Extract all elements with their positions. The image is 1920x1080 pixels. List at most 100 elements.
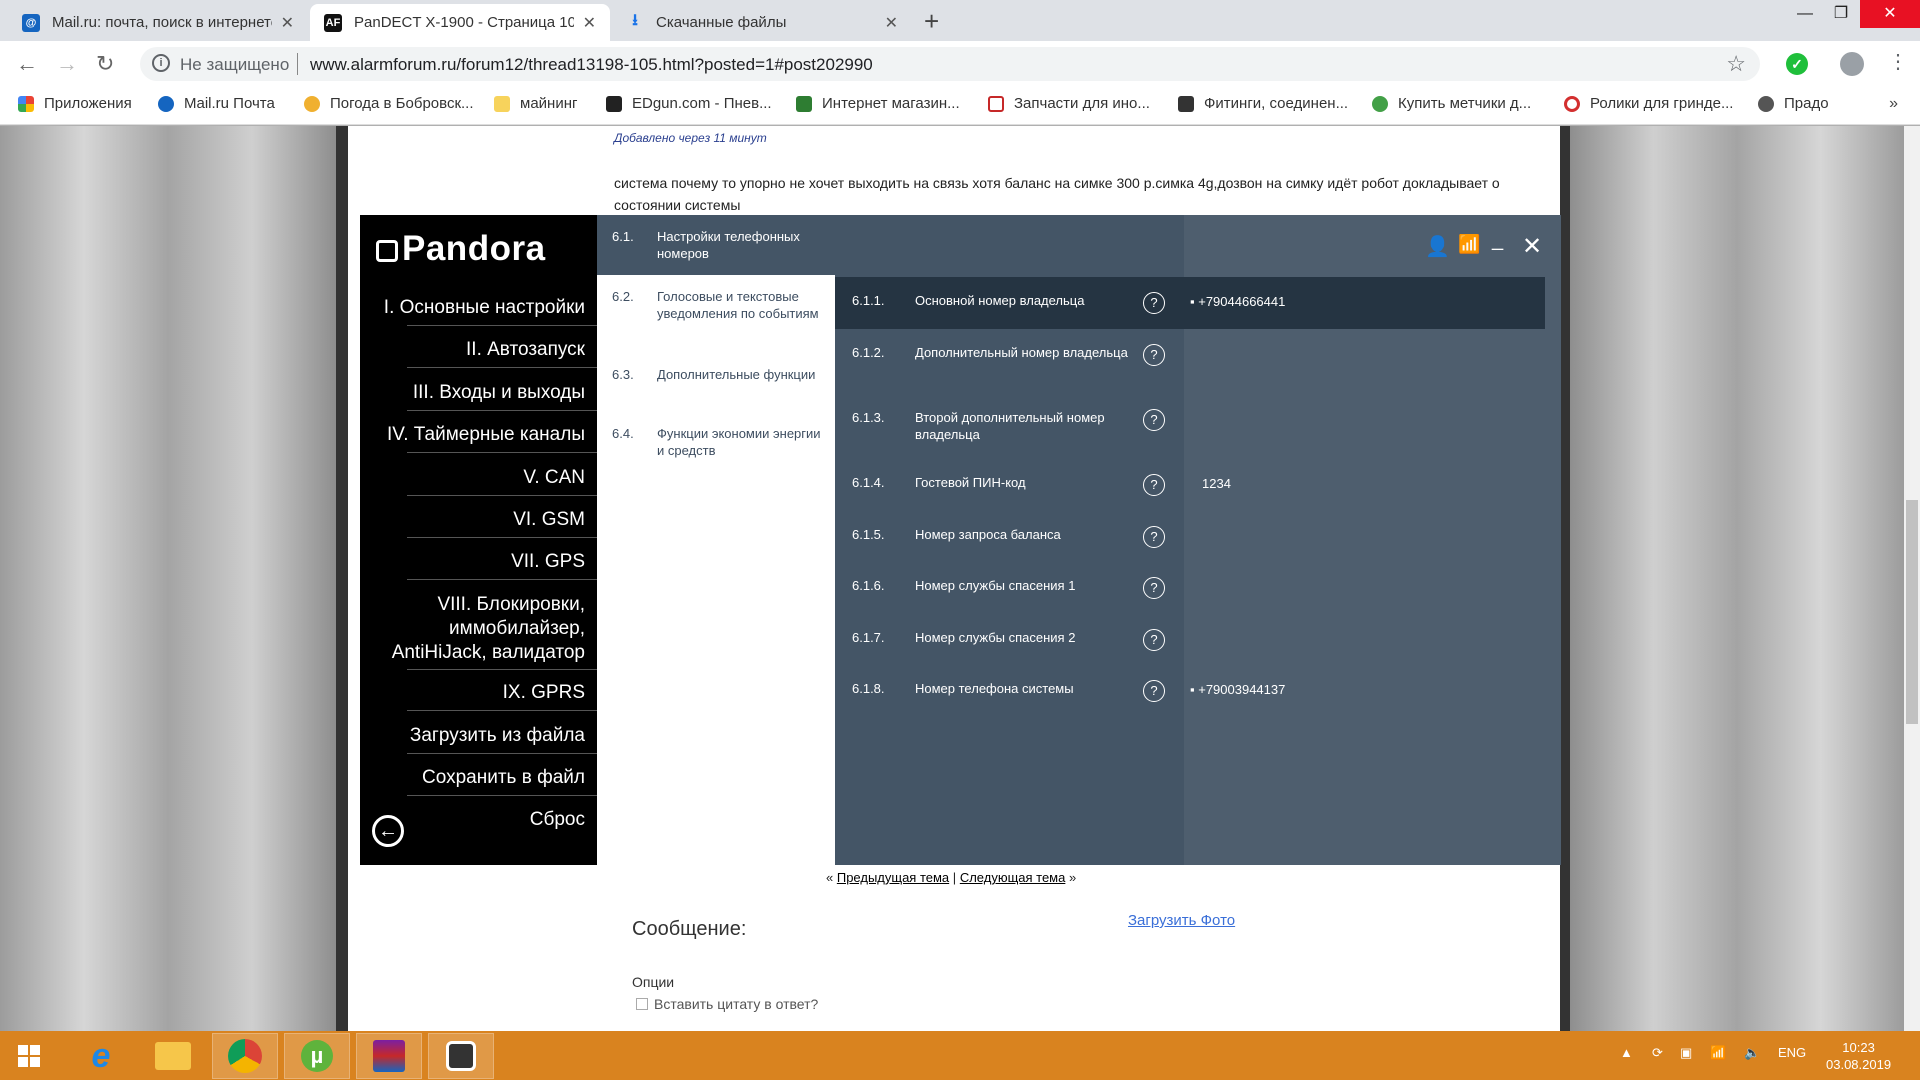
close-window-button[interactable]: ✕ — [1860, 0, 1920, 28]
page-background-right — [1570, 126, 1904, 1031]
bookmark-shop[interactable]: Интернет магазин... — [796, 95, 960, 112]
menu-reset[interactable]: Сброс — [530, 808, 585, 832]
value-system-phone[interactable]: ▪ +79003944137 — [1190, 682, 1285, 697]
url-text[interactable]: www.alarmforum.ru/forum12/thread13198-10… — [310, 55, 873, 75]
bookmark-grinder[interactable]: Ролики для гринде... — [1564, 95, 1733, 112]
extension-check-icon[interactable]: ✓ — [1786, 53, 1808, 75]
submenu-number: 6.3. — [612, 367, 634, 382]
bookmarks-bar: Приложения Mail.ru Почта Погода в Бобров… — [0, 87, 1920, 125]
back-icon[interactable]: ← — [16, 51, 38, 77]
nvidia-icon[interactable]: ▣ — [1680, 1045, 1692, 1061]
menu-inputs-outputs[interactable]: III. Входы и выходы — [413, 381, 585, 405]
system-clock[interactable]: 10:23 03.08.2019 — [1826, 1039, 1891, 1073]
tray-expand-icon[interactable]: ▲ — [1620, 1045, 1633, 1060]
winrar-app[interactable] — [356, 1033, 422, 1079]
row-number: 6.1.4. — [852, 475, 885, 490]
row-label: Гостевой ПИН-код — [915, 475, 1026, 490]
info-icon[interactable]: i — [152, 54, 170, 72]
user-icon[interactable]: 👤 — [1425, 234, 1450, 259]
menu-gps[interactable]: VII. GPS — [511, 550, 585, 574]
menu-gsm[interactable]: VI. GSM — [513, 508, 585, 532]
quote-label: Вставить цитату в ответ? — [654, 996, 819, 1012]
utorrent-app[interactable]: µ — [284, 1033, 350, 1079]
folder-icon — [155, 1042, 191, 1070]
tab-downloads[interactable]: ⭳ Скачанные файлы ✕ — [612, 4, 912, 41]
sync-icon[interactable]: ⟳ — [1652, 1045, 1663, 1061]
help-icon[interactable]: ? — [1143, 629, 1165, 651]
back-arrow-icon[interactable]: ← — [372, 815, 404, 847]
menu-basic-settings[interactable]: I. Основные настройки — [384, 296, 585, 320]
bookmark-label: Фитинги, соединен... — [1204, 95, 1349, 112]
clock-date: 03.08.2019 — [1826, 1057, 1892, 1072]
close-tab-icon[interactable]: ✕ — [885, 13, 898, 33]
help-icon[interactable]: ? — [1143, 292, 1165, 314]
help-icon[interactable]: ? — [1143, 577, 1165, 599]
quote-option[interactable]: Вставить цитату в ответ? — [636, 996, 818, 1012]
reload-icon[interactable]: ↻ — [96, 51, 114, 77]
row-label: Второй дополнительный номер владельца — [915, 410, 1105, 442]
bookmark-mining[interactable]: майнинг — [494, 95, 577, 112]
internet-explorer-app[interactable]: e — [68, 1033, 134, 1079]
profile-avatar[interactable] — [1840, 52, 1864, 76]
bookmark-edgun[interactable]: EDgun.com - Пнев... — [606, 95, 772, 112]
menu-load-file[interactable]: Загрузить из файла — [410, 724, 585, 748]
menu-dots-icon[interactable]: ⋮ — [1888, 49, 1908, 74]
minimize-icon[interactable]: _ — [1492, 229, 1503, 252]
prev-topic-link[interactable]: Предыдущая тема — [837, 870, 949, 885]
start-button[interactable] — [18, 1045, 40, 1072]
forward-icon[interactable]: → — [56, 51, 78, 77]
new-tab-button[interactable]: + — [924, 6, 939, 37]
target-icon — [1564, 95, 1580, 112]
row-label: Основной номер владельца — [915, 293, 1085, 308]
more-bookmarks-button[interactable]: » — [1889, 95, 1898, 113]
pandora-app[interactable] — [428, 1033, 494, 1079]
prado-icon — [1758, 95, 1774, 112]
close-icon[interactable]: ✕ — [1522, 232, 1542, 261]
bookmark-star-icon[interactable]: ☆ — [1726, 51, 1746, 77]
logo-text: Pandora — [402, 229, 546, 268]
close-tab-icon[interactable]: ✕ — [281, 13, 294, 33]
maximize-button[interactable]: ❐ — [1818, 0, 1864, 28]
bookmark-prado[interactable]: Прадо — [1758, 95, 1829, 112]
menu-timer-channels[interactable]: IV. Таймерные каналы — [387, 423, 585, 447]
bookmark-apps[interactable]: Приложения — [18, 95, 132, 112]
value-guest-pin[interactable]: 1234 — [1202, 476, 1231, 491]
close-tab-icon[interactable]: ✕ — [583, 13, 596, 33]
upload-photo-link[interactable]: Загрузить Фото — [1128, 912, 1235, 929]
chrome-app[interactable] — [212, 1033, 278, 1079]
menu-autostart[interactable]: II. Автозапуск — [466, 338, 585, 362]
utorrent-icon: µ — [301, 1040, 333, 1072]
menu-save-file[interactable]: Сохранить в файл — [422, 766, 585, 790]
download-icon: ⭳ — [632, 12, 638, 29]
help-icon[interactable]: ? — [1143, 526, 1165, 548]
file-explorer-app[interactable] — [140, 1033, 206, 1079]
help-icon[interactable]: ? — [1143, 409, 1165, 431]
pandora-window: Pandora I. Основные настройки II. Автоза… — [360, 215, 1561, 865]
help-icon[interactable]: ? — [1143, 680, 1165, 702]
bookmark-parts[interactable]: Запчасти для ино... — [988, 95, 1150, 112]
divider — [407, 495, 597, 496]
menu-blocking[interactable]: VIII. Блокировки, иммобилайзер, AntiHiJa… — [385, 593, 585, 665]
signal-icon[interactable]: 📶 — [1458, 234, 1480, 255]
language-indicator[interactable]: ENG — [1778, 1045, 1806, 1060]
quote-checkbox[interactable] — [636, 998, 648, 1010]
bookmark-weather[interactable]: Погода в Бобровск... — [304, 95, 474, 112]
tab-mailru[interactable]: @ Mail.ru: почта, поиск в интернете ✕ — [8, 4, 308, 41]
menu-gprs[interactable]: IX. GPRS — [503, 681, 585, 705]
menu-can[interactable]: V. CAN — [523, 466, 585, 490]
divider — [407, 753, 597, 754]
tab-pandect[interactable]: AF PanDECT X-1900 - Страница 105 ✕ — [310, 4, 610, 41]
bookmark-fittings[interactable]: Фитинги, соединен... — [1178, 95, 1348, 112]
row-label: Номер службы спасения 1 — [915, 578, 1076, 593]
scrollbar-thumb[interactable] — [1906, 500, 1918, 724]
network-icon[interactable]: 📶 — [1710, 1045, 1726, 1061]
bookmark-mailru[interactable]: Mail.ru Почта — [158, 95, 275, 112]
bookmark-taps[interactable]: Купить метчики д... — [1372, 95, 1531, 112]
help-icon[interactable]: ? — [1143, 344, 1165, 366]
help-icon[interactable]: ? — [1143, 474, 1165, 496]
address-bar[interactable]: i Не защищено www.alarmforum.ru/forum12/… — [140, 47, 1760, 81]
next-topic-link[interactable]: Следующая тема — [960, 870, 1066, 885]
volume-icon[interactable]: 🔈 — [1744, 1045, 1760, 1061]
value-main-owner[interactable]: ▪ +79044666441 — [1190, 294, 1285, 309]
folder-icon — [494, 95, 510, 112]
